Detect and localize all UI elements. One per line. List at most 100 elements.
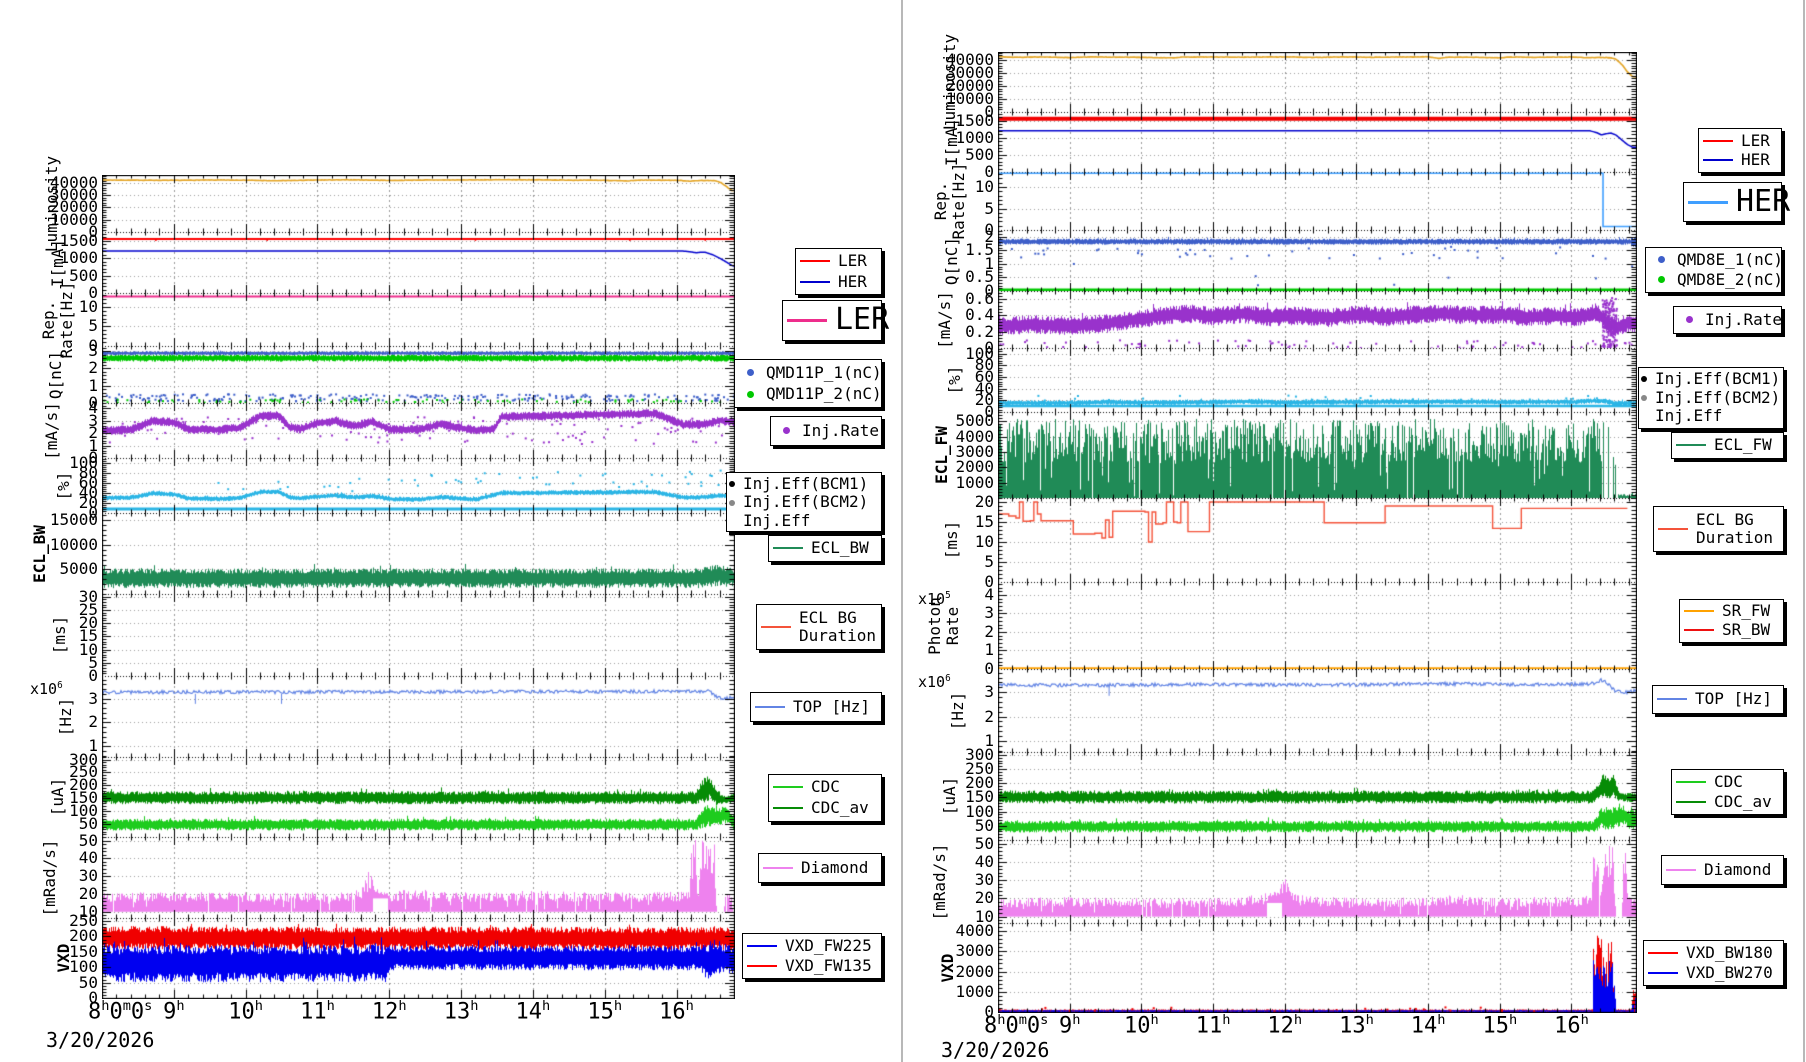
x-tick-label-hour: 16h bbox=[659, 998, 694, 1024]
legend-label: Inj.Eff bbox=[1655, 407, 1722, 425]
legend-label: Diamond bbox=[801, 859, 868, 877]
legend-item: QMD11P_1(nC) bbox=[739, 364, 877, 382]
legend-line-marker bbox=[1648, 972, 1678, 974]
x-tick-label-hour: 15h bbox=[1482, 1012, 1517, 1038]
legend-item: VXD_BW270 bbox=[1648, 964, 1779, 982]
legend-item: VXD_FW135 bbox=[747, 957, 877, 975]
legend-label: CDC bbox=[1714, 773, 1743, 791]
legend-item: Inj.Eff(BCM1) bbox=[731, 475, 877, 493]
x-tick-label-hour: 11h bbox=[1196, 1012, 1231, 1038]
legend-label: LER bbox=[1741, 132, 1770, 150]
legend-item: ECL BG Duration bbox=[761, 609, 877, 646]
legend-dot-marker bbox=[729, 500, 735, 506]
legend-item: CDC bbox=[1676, 773, 1779, 791]
legend-item: LER bbox=[800, 252, 877, 270]
legend-line-marker bbox=[1676, 444, 1706, 446]
legend-line-marker bbox=[761, 626, 791, 628]
legend-label: SR_FW bbox=[1722, 602, 1770, 620]
beam-monitor-screen: 3/20/2026 3/20/2026 01000020000300004000… bbox=[0, 0, 1806, 1062]
legend-box-qmd8e-1-nc-: QMD8E_1(nC) QMD8E_2(nC) bbox=[1645, 247, 1782, 293]
x-tick-label-hour: 13h bbox=[444, 998, 479, 1024]
y-tick-label: 3000 bbox=[922, 942, 994, 960]
legend-dot-marker bbox=[1658, 256, 1665, 263]
legend-label: VXD_FW225 bbox=[785, 937, 872, 955]
legend-label: HER bbox=[838, 273, 867, 291]
legend-box-her: HER bbox=[1683, 182, 1782, 222]
legend-item: CDC bbox=[773, 778, 877, 796]
legend-dot-marker bbox=[729, 481, 735, 487]
legend-box-cdc: CDCCDC_av bbox=[1671, 769, 1784, 815]
legend-label: ECL BG Duration bbox=[799, 609, 876, 646]
legend-dot-marker bbox=[747, 391, 754, 398]
legend-box-qmd11p-1-nc-: QMD11P_1(nC) QMD11P_2(nC) bbox=[734, 359, 882, 408]
legend-line-marker bbox=[773, 807, 803, 809]
legend-item: Inj.Eff(BCM2) bbox=[1643, 389, 1779, 407]
legend-dot-marker bbox=[1686, 316, 1693, 323]
legend-box-diamond: Diamond bbox=[758, 853, 882, 883]
legend-item: Inj.Rate bbox=[775, 422, 877, 440]
legend-box-top-hz-: TOP [Hz] bbox=[750, 692, 882, 722]
axis-scale-label: x105 bbox=[918, 590, 951, 608]
legend-box-vxd-bw180: VXD_BW180 VXD_BW270 bbox=[1643, 940, 1784, 986]
legend-dot-marker bbox=[747, 369, 754, 376]
right-panel-canvas bbox=[998, 52, 1637, 1013]
legend-box-ler: LER HER bbox=[795, 248, 882, 295]
left-panel-canvas bbox=[102, 175, 735, 999]
legend-item: SR_BW bbox=[1684, 621, 1779, 639]
legend-label: VXD_FW135 bbox=[785, 957, 872, 975]
legend-label: LER bbox=[838, 252, 867, 270]
legend-label: ECL_FW bbox=[1714, 436, 1772, 454]
y-tick-label: 50 bbox=[26, 832, 98, 850]
legend-item: SR_FW bbox=[1684, 602, 1779, 620]
legend-label: Inj.Rate bbox=[802, 422, 879, 440]
legend-item: QMD11P_2(nC) bbox=[739, 385, 877, 403]
legend-item: Inj.Eff bbox=[1643, 407, 1779, 425]
legend-box-ecl-bg-duration: ECL BG Duration bbox=[1653, 506, 1784, 552]
legend-line-marker bbox=[1658, 528, 1688, 530]
legend-dot-marker bbox=[1641, 395, 1647, 401]
legend-item: QMD8E_1(nC) bbox=[1650, 251, 1777, 269]
legend-label: HER bbox=[1736, 185, 1790, 220]
legend-label: Inj.Rate bbox=[1705, 311, 1782, 329]
legend-item: VXD_BW180 bbox=[1648, 944, 1779, 962]
window-right-edge bbox=[1803, 0, 1805, 1062]
legend-line-marker bbox=[773, 547, 803, 549]
x-tick-label-hour: 12h bbox=[372, 998, 407, 1024]
legend-box-ler: LERHER bbox=[1698, 128, 1782, 173]
legend-box-top-hz-: TOP [Hz] bbox=[1652, 685, 1784, 714]
legend-box-diamond: Diamond bbox=[1661, 855, 1784, 885]
x-tick-label-start: 8h0m0s bbox=[88, 998, 152, 1024]
x-tick-label-hour: 16h bbox=[1554, 1012, 1589, 1038]
date-label-right: 3/20/2026 bbox=[941, 1038, 1049, 1062]
legend-box-sr-fw: SR_FWSR_BW bbox=[1679, 599, 1784, 643]
legend-item: Diamond bbox=[1666, 861, 1779, 879]
legend-label: VXD_BW270 bbox=[1686, 964, 1773, 982]
legend-box-inj-rate: Inj.Rate bbox=[1673, 306, 1782, 334]
legend-box-vxd-fw225: VXD_FW225 VXD_FW135 bbox=[742, 933, 882, 979]
legend-line-marker bbox=[763, 867, 793, 869]
legend-label: SR_BW bbox=[1722, 621, 1770, 639]
legend-box-inj-eff-bcm1-: Inj.Eff(BCM1)Inj.Eff(BCM2)Inj.Eff bbox=[1638, 367, 1784, 429]
legend-line-marker bbox=[1703, 140, 1733, 142]
legend-item: QMD8E_2(nC) bbox=[1650, 271, 1777, 289]
legend-label: VXD_BW180 bbox=[1686, 944, 1773, 962]
legend-box-ler: LER bbox=[782, 300, 882, 341]
x-tick-label-hour: 11h bbox=[300, 998, 335, 1024]
legend-dot-marker bbox=[783, 427, 790, 434]
legend-label: QMD8E_1(nC) bbox=[1677, 251, 1783, 269]
y-tick-label: 2000 bbox=[922, 963, 994, 981]
legend-line-marker bbox=[1666, 869, 1696, 871]
legend-item: HER bbox=[1688, 185, 1777, 220]
axis-scale-label: x106 bbox=[30, 680, 63, 698]
legend-box-cdc: CDCCDC_av bbox=[768, 774, 882, 822]
legend-box-inj-eff-bcm1-: Inj.Eff(BCM1)Inj.Eff(BCM2)Inj.Eff bbox=[726, 472, 882, 532]
y-axis-label-photon-rate: Photon bbox=[925, 566, 945, 686]
legend-line-marker bbox=[800, 260, 830, 262]
x-tick-label-hour: 12h bbox=[1267, 1012, 1302, 1038]
x-tick-label-hour: 14h bbox=[1411, 1012, 1446, 1038]
x-tick-label-hour: 15h bbox=[587, 998, 622, 1024]
legend-item: Inj.Eff(BCM2) bbox=[731, 493, 877, 511]
x-tick-label-hour: 13h bbox=[1339, 1012, 1374, 1038]
legend-box-inj-rate: Inj.Rate bbox=[770, 416, 882, 446]
legend-line-marker bbox=[1676, 801, 1706, 803]
